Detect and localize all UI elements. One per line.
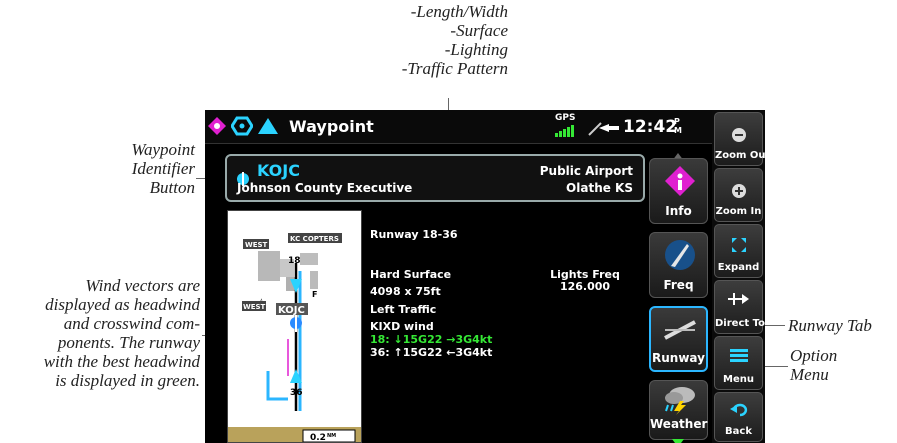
airport-city: Olathe KS <box>566 181 633 195</box>
callout-button: Button <box>149 178 195 197</box>
ampm-top: P <box>674 117 680 126</box>
gps-signal-icon <box>555 124 575 142</box>
expand-label: Expand <box>717 262 760 273</box>
map-scale: 0.2 <box>310 433 326 443</box>
ampm-bottom: M <box>674 126 682 135</box>
wind-source: KIXD wind <box>370 320 434 333</box>
tab-weather-label: Weather <box>650 417 708 431</box>
runway-icon <box>663 318 697 347</box>
callout-wind-line: displayed as headwind <box>45 295 200 314</box>
callout-waypoint: Waypoint <box>131 140 195 159</box>
connector-plug-icon <box>587 119 621 142</box>
zoom-in-button[interactable]: Zoom In <box>714 168 763 222</box>
airport-diagram-map[interactable]: ☆ WEST 1 KC COPTERS WEST 3 KOJC 18 F 36 … <box>227 210 362 443</box>
callout-length-width: -Length/Width <box>410 2 508 21</box>
tab-column: Info Freq Runway Weather <box>645 144 710 443</box>
wind-runway-36: 36: ↑15G22 ←3G4kt <box>370 346 493 359</box>
map-label-west1: WEST 1 <box>245 241 275 249</box>
info-diamond-icon <box>664 165 696 202</box>
zoom-out-label: Zoom Out <box>715 150 771 161</box>
minus-circle-icon <box>731 127 747 148</box>
waypoint-identifier: KOJC <box>257 161 300 180</box>
airport-diagram: ☆ WEST 1 KC COPTERS WEST 3 KOJC 18 F 36 … <box>228 233 361 443</box>
device-screen: Waypoint GPS 12:42 P M KOJC Johnson Coun… <box>205 110 712 443</box>
callout-wind-line: is displayed in green. <box>55 371 200 390</box>
map-label-36: 36 <box>290 388 303 398</box>
tab-weather[interactable]: Weather <box>649 380 708 440</box>
menu-list-icon <box>729 349 748 368</box>
tab-info-label: Info <box>665 204 692 218</box>
callout-wind-line: Wind vectors are <box>85 276 200 295</box>
callout-lighting: -Lighting <box>444 40 508 59</box>
weather-cloud-icon <box>662 385 698 420</box>
callout-surface: -Surface <box>450 21 508 40</box>
waypoint-id-callout: Waypoint Identifier Button <box>80 140 195 197</box>
option-button-column: Zoom Out Zoom In Expand Direct To Menu B… <box>712 110 771 443</box>
expand-button[interactable]: Expand <box>714 224 763 278</box>
tab-freq[interactable]: Freq <box>649 232 708 298</box>
menu-button[interactable]: Menu <box>714 336 763 390</box>
option-menu-callout: Option Menu <box>790 346 837 384</box>
back-label: Back <box>725 426 752 437</box>
back-arrow-icon <box>729 403 748 422</box>
waypoint-identifier-button[interactable]: KOJC Johnson County Executive Public Air… <box>225 154 645 202</box>
waypoint-name: Johnson County Executive <box>237 181 413 195</box>
zoom-out-button[interactable]: Zoom Out <box>714 112 771 166</box>
direct-to-button[interactable]: Direct To <box>714 280 765 334</box>
page-title: Waypoint <box>289 117 374 136</box>
runway-dimensions: 4098 x 75ft <box>370 285 441 298</box>
callout-wind-line: ponents. The runway <box>57 333 200 352</box>
vor-hexagon-icon <box>230 116 254 136</box>
gps-label: GPS <box>555 113 576 123</box>
menu-label: Menu <box>723 374 754 385</box>
runway-traffic: Left Traffic <box>370 303 437 316</box>
wind-callout: Wind vectors are displayed as headwind a… <box>0 276 200 390</box>
runway-info-callout: -Length/Width -Surface -Lighting -Traffi… <box>368 2 508 78</box>
frequency-icon <box>663 238 697 277</box>
map-label-west3: WEST 3 <box>243 303 273 311</box>
expand-arrows-icon <box>731 237 747 258</box>
title-bar: Waypoint GPS 12:42 P M <box>205 110 712 144</box>
callout-wind-line: with the best headwind <box>43 352 200 371</box>
clock-time: 12:42 <box>623 117 678 137</box>
tab-runway[interactable]: Runway <box>649 306 708 372</box>
lights-frequency: 126.000 <box>559 280 611 293</box>
plus-circle-icon <box>731 183 747 204</box>
map-label-18: 18 <box>288 256 301 266</box>
wind-runway-18: 18: ↓15G22 →3G4kt <box>370 333 493 346</box>
back-button[interactable]: Back <box>714 392 763 442</box>
tab-runway-label: Runway <box>652 351 705 365</box>
option-menu-leader <box>764 366 788 367</box>
callout-option: Option <box>790 346 838 365</box>
airport-triangle-icon <box>257 116 278 136</box>
map-scale-unit: NM <box>327 433 336 439</box>
map-label-f: F <box>312 290 317 299</box>
callout-menu: Menu <box>790 365 829 384</box>
tab-freq-label: Freq <box>663 278 694 292</box>
callout-wind-line: and crosswind com- <box>63 314 200 333</box>
clock-ampm: P M <box>674 117 682 135</box>
tab-info[interactable]: Info <box>649 158 708 224</box>
airport-type: Public Airport <box>539 164 633 178</box>
direct-to-label: Direct To <box>715 318 765 329</box>
runway-tab-callout: Runway Tab <box>788 316 872 335</box>
waypoint-diamond-icon <box>207 116 227 136</box>
scroll-down-arrow-icon[interactable] <box>672 434 684 443</box>
runway-surface: Hard Surface <box>370 268 452 281</box>
map-label-kojc: KOJC <box>278 305 305 316</box>
callout-identifier: Identifier <box>131 159 195 178</box>
map-label-kc-copters: KC COPTERS <box>290 235 339 243</box>
callout-traffic-pattern: -Traffic Pattern <box>401 59 508 78</box>
direct-to-arrow-icon <box>727 291 750 312</box>
runway-heading: Runway 18-36 <box>370 228 458 241</box>
zoom-in-label: Zoom In <box>715 206 762 217</box>
